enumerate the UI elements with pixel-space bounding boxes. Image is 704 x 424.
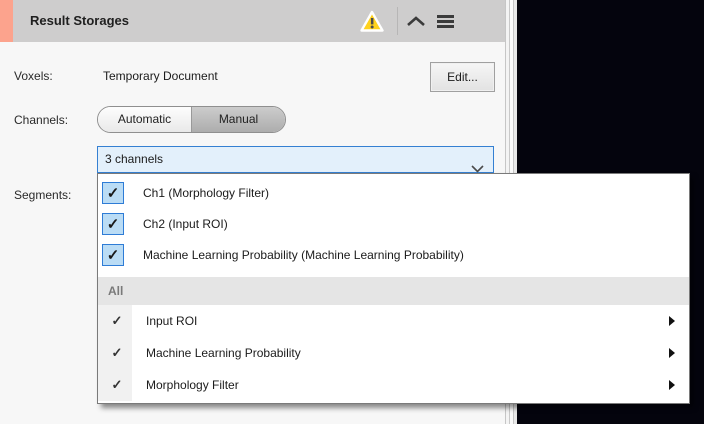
edit-button[interactable]: Edit...: [430, 62, 495, 92]
screen: Result Storages Voxels: Temporary Docume…: [0, 0, 704, 424]
channels-combobox[interactable]: 3 channels: [97, 146, 494, 173]
source-items-section: ✓ Input ROI ✓ Machine Learning Probabili…: [98, 305, 689, 401]
submenu-arrow-icon: [669, 380, 675, 390]
channels-dropdown-popup: ✓ Ch1 (Morphology Filter) ✓ Ch2 (Input R…: [97, 173, 690, 404]
panel-accent-strip: [0, 0, 13, 42]
channel-option-label: Machine Learning Probability (Machine Le…: [143, 248, 464, 262]
header-divider: [397, 7, 398, 35]
channel-option-label: Ch2 (Input ROI): [143, 217, 228, 231]
checkmark-icon: ✓: [107, 313, 127, 329]
submenu-arrow-icon: [669, 348, 675, 358]
voxels-value: Temporary Document: [103, 69, 218, 83]
popup-section-gap: [98, 270, 689, 277]
segments-label: Segments:: [14, 188, 71, 202]
voxels-label: Voxels:: [14, 69, 53, 83]
warning-icon[interactable]: [360, 10, 384, 36]
checkmark-icon: ✓: [107, 215, 120, 233]
toggle-automatic[interactable]: Automatic: [98, 107, 191, 132]
source-item-label: Input ROI: [146, 314, 197, 328]
collapse-icon[interactable]: [406, 16, 426, 30]
checkmark-icon: ✓: [107, 184, 120, 202]
channels-mode-toggle: Automatic Manual: [97, 106, 286, 133]
checkbox-checked[interactable]: ✓: [102, 182, 124, 204]
toggle-manual[interactable]: Manual: [191, 107, 285, 132]
checkbox-checked[interactable]: ✓: [102, 213, 124, 235]
channel-option-label: Ch1 (Morphology Filter): [143, 186, 269, 200]
source-item-row[interactable]: ✓ Morphology Filter: [98, 369, 689, 401]
channel-option-row[interactable]: ✓ Ch1 (Morphology Filter): [98, 177, 689, 208]
checkmark-icon: ✓: [107, 246, 120, 264]
menu-icon[interactable]: [437, 15, 454, 30]
channels-combobox-value: 3 channels: [105, 152, 163, 166]
panel-header[interactable]: Result Storages: [0, 0, 505, 42]
source-item-label: Machine Learning Probability: [146, 346, 301, 360]
submenu-arrow-icon: [669, 316, 675, 326]
source-item-label: Morphology Filter: [146, 378, 239, 392]
channels-label: Channels:: [14, 113, 68, 127]
source-item-row[interactable]: ✓ Input ROI: [98, 305, 689, 337]
channel-option-row[interactable]: ✓ Ch2 (Input ROI): [98, 208, 689, 239]
all-section-header: All: [98, 277, 689, 305]
checkmark-icon: ✓: [107, 377, 127, 393]
channel-option-row[interactable]: ✓ Machine Learning Probability (Machine …: [98, 239, 689, 270]
checkmark-icon: ✓: [107, 345, 127, 361]
checkbox-checked[interactable]: ✓: [102, 244, 124, 266]
source-item-row[interactable]: ✓ Machine Learning Probability: [98, 337, 689, 369]
panel-title: Result Storages: [30, 0, 129, 42]
